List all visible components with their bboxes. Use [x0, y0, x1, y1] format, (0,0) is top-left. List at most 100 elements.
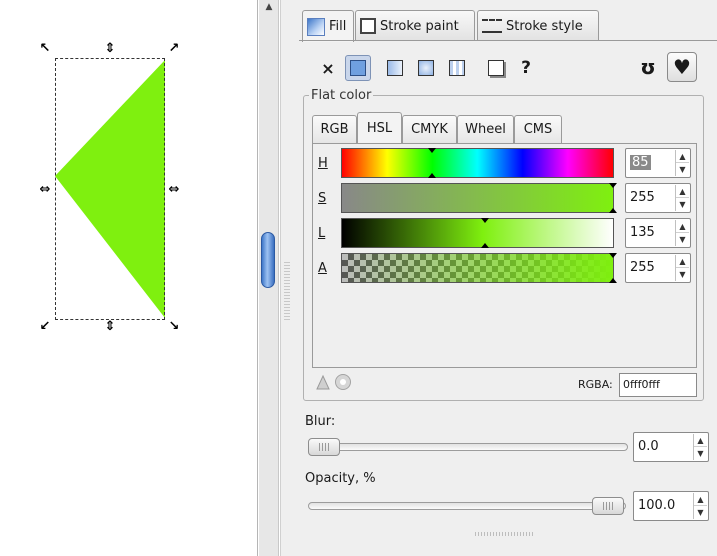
lightness-marker-top — [481, 218, 489, 223]
fill-rule-evenodd-button[interactable]: ʊ — [633, 52, 663, 82]
alpha-spinbox[interactable]: 255 ▲ ▼ — [625, 253, 691, 283]
blur-value: 0.0 — [638, 439, 659, 454]
alpha-label: A — [318, 261, 327, 276]
color-tab-hsl-label: HSL — [366, 121, 393, 136]
scale-handle-right-icon[interactable]: ⇔ — [167, 183, 181, 197]
alpha-slider[interactable] — [341, 253, 617, 283]
lightness-label: L — [318, 226, 326, 241]
lightness-down-icon[interactable]: ▼ — [676, 233, 689, 246]
scale-handle-bottom-icon[interactable]: ⇕ — [103, 320, 117, 334]
blur-down-icon[interactable]: ▼ — [694, 447, 707, 460]
saturation-marker-top — [609, 183, 617, 188]
scale-handle-bottom-left-icon[interactable]: ↙ — [38, 320, 52, 334]
swatch-button[interactable] — [483, 55, 509, 81]
rgba-entry[interactable]: 0fff0fff — [619, 373, 697, 397]
tab-fill[interactable]: Fill — [302, 10, 354, 42]
hue-value: 85 — [630, 155, 651, 170]
scale-handle-top-right-icon[interactable]: ↗ — [167, 42, 181, 56]
linear-gradient-button[interactable] — [382, 55, 408, 81]
lightness-value: 135 — [630, 225, 655, 240]
color-picker-icon[interactable] — [314, 373, 332, 391]
radial-gradient-button[interactable] — [413, 55, 439, 81]
alpha-down-icon[interactable]: ▼ — [676, 268, 689, 281]
tab-stroke-style[interactable]: Stroke style — [477, 10, 599, 41]
blur-slider-thumb[interactable] — [308, 438, 340, 456]
hue-label: H — [318, 156, 328, 171]
blur-up-icon[interactable]: ▲ — [694, 434, 707, 447]
no-paint-icon: × — [321, 58, 335, 78]
radial-gradient-icon — [418, 60, 434, 76]
selection-bounding-box — [55, 58, 165, 320]
opacity-up-icon[interactable]: ▲ — [694, 493, 707, 506]
scrollbar-thumb[interactable] — [261, 232, 275, 288]
opacity-slider-thumb[interactable] — [592, 497, 624, 515]
fill-rule-nonzero-button[interactable]: ♥ — [667, 52, 697, 82]
blur-spinbox[interactable]: 0.0 ▲ ▼ — [633, 432, 709, 462]
dock-resize-grip[interactable] — [284, 262, 290, 322]
hue-slider[interactable] — [341, 148, 614, 178]
tab-stroke-paint-label: Stroke paint — [380, 18, 459, 34]
color-tab-cmyk-label: CMYK — [411, 122, 448, 137]
saturation-down-icon[interactable]: ▼ — [676, 198, 689, 211]
scroll-up-arrow-icon[interactable]: ▲ — [262, 2, 276, 14]
pattern-icon — [449, 60, 465, 76]
hue-spinbox[interactable]: 85 ▲ ▼ — [625, 148, 691, 178]
tab-divider — [299, 40, 717, 41]
opacity-slider[interactable] — [308, 502, 626, 510]
color-tab-rgb[interactable]: RGB — [312, 115, 357, 143]
stroke-paint-icon — [360, 18, 376, 34]
panel-bottom-grip[interactable] — [475, 532, 535, 536]
color-tab-rgb-label: RGB — [320, 122, 349, 137]
blur-slider[interactable] — [308, 443, 628, 451]
nonzero-icon: ♥ — [673, 55, 691, 79]
evenodd-icon: ʊ — [640, 55, 656, 79]
color-tab-hsl[interactable]: HSL — [357, 112, 402, 144]
opacity-label: Opacity, % — [305, 471, 376, 486]
color-tab-cms[interactable]: CMS — [514, 115, 562, 143]
color-tab-wheel-label: Wheel — [465, 122, 506, 137]
no-paint-button[interactable]: × — [315, 55, 341, 81]
color-tab-wheel[interactable]: Wheel — [457, 115, 514, 143]
flat-color-button[interactable] — [345, 55, 371, 81]
tab-stroke-paint[interactable]: Stroke paint — [355, 10, 475, 41]
swatch-icon — [488, 60, 504, 76]
lightness-slider[interactable] — [341, 218, 614, 248]
lightness-up-icon[interactable]: ▲ — [676, 220, 689, 233]
color-tab-cmyk[interactable]: CMYK — [402, 115, 457, 143]
unset-paint-button[interactable]: ? — [513, 55, 539, 81]
fill-icon — [307, 17, 325, 36]
lightness-marker-bottom — [481, 243, 489, 248]
canvas-vertical-scrollbar[interactable]: ▲ — [259, 0, 279, 556]
alpha-marker-top — [609, 253, 617, 258]
scale-handle-top-left-icon[interactable]: ↖ — [38, 42, 52, 56]
alpha-marker-bottom — [609, 278, 617, 283]
linear-gradient-icon — [387, 60, 403, 76]
stroke-style-icon — [482, 19, 502, 33]
tab-stroke-style-label: Stroke style — [506, 18, 583, 34]
color-tab-cms-label: CMS — [523, 122, 553, 137]
saturation-up-icon[interactable]: ▲ — [676, 185, 689, 198]
opacity-value: 100.0 — [638, 498, 676, 513]
alpha-checkerboard — [342, 254, 613, 282]
scale-handle-bottom-right-icon[interactable]: ↘ — [167, 320, 181, 334]
saturation-label: S — [318, 191, 327, 206]
hue-up-icon[interactable]: ▲ — [676, 150, 689, 163]
hue-down-icon[interactable]: ▼ — [676, 163, 689, 176]
opacity-down-icon[interactable]: ▼ — [694, 506, 707, 519]
blur-label: Blur: — [305, 414, 336, 429]
flat-color-title: Flat color — [309, 88, 374, 103]
rgba-label: RGBA: — [578, 378, 613, 391]
scale-handle-top-icon[interactable]: ⇕ — [103, 42, 117, 56]
saturation-spinbox[interactable]: 255 ▲ ▼ — [625, 183, 691, 213]
alpha-up-icon[interactable]: ▲ — [676, 255, 689, 268]
opacity-spinbox[interactable]: 100.0 ▲ ▼ — [633, 491, 709, 521]
saturation-value: 255 — [630, 190, 655, 205]
pattern-button[interactable] — [444, 55, 470, 81]
lightness-spinbox[interactable]: 135 ▲ ▼ — [625, 218, 691, 248]
flat-color-icon — [350, 60, 366, 76]
saturation-slider[interactable] — [341, 183, 617, 213]
saturation-marker-bottom — [609, 208, 617, 213]
drawing-canvas[interactable]: ↖ ⇕ ↗ ⇔ ⇔ ↙ ⇕ ↘ — [0, 0, 258, 556]
scale-handle-left-icon[interactable]: ⇔ — [38, 183, 52, 197]
color-managed-icon[interactable] — [334, 373, 352, 391]
